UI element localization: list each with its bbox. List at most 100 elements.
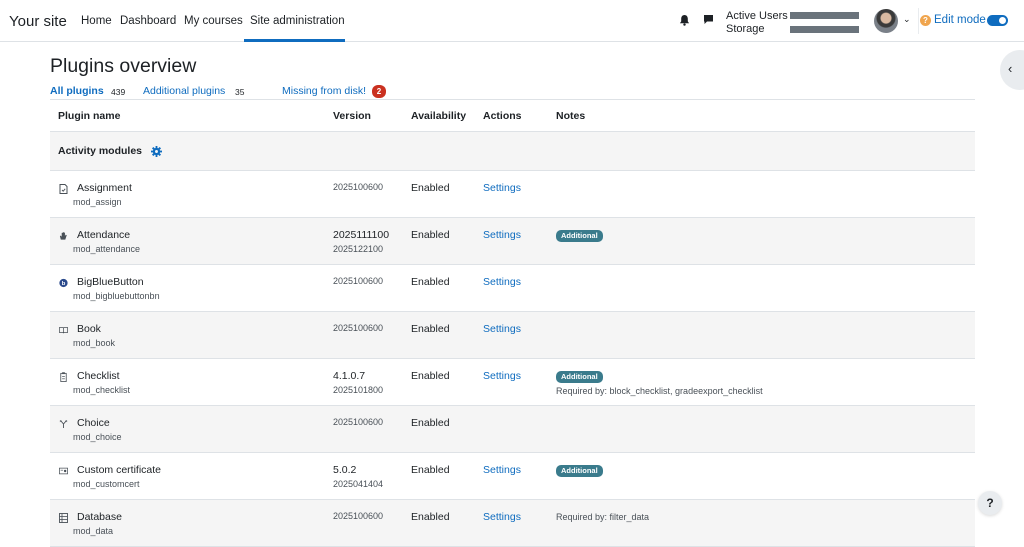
certificate-icon <box>59 467 68 475</box>
svg-text:b: b <box>62 281 66 287</box>
nav-home[interactable]: Home <box>81 15 112 27</box>
additional-badge: Additional <box>556 230 603 242</box>
plugin-availability: Enabled <box>411 229 450 241</box>
plugin-version: 5.0.2 <box>333 464 357 476</box>
plugin-component: mod_assign <box>73 197 122 207</box>
additional-plugins-count: 35 <box>235 87 245 97</box>
avatar[interactable] <box>874 9 898 33</box>
chevron-left-icon: ‹ <box>1008 61 1013 76</box>
plugin-component: mod_choice <box>73 432 122 442</box>
hand-raised-icon <box>59 232 67 240</box>
table-header: Plugin name Version Availability Actions… <box>50 99 975 132</box>
plugin-availability: Enabled <box>411 276 450 288</box>
table-row: Book mod_book 2025100600 Enabled Setting… <box>50 312 975 359</box>
plugin-note: Required by: block_checklist, gradeexpor… <box>556 386 763 396</box>
settings-link[interactable]: Settings <box>483 229 521 241</box>
plugin-component: mod_checklist <box>73 385 131 395</box>
plugin-name: Checklist <box>77 370 120 382</box>
group-activity-modules: Activity modules <box>50 132 975 171</box>
gear-icon[interactable] <box>151 146 162 157</box>
group-label: Activity modules <box>58 145 143 157</box>
table-row: Checklist mod_checklist 4.1.0.7 20251018… <box>50 359 975 406</box>
page-title: Plugins overview <box>50 55 197 77</box>
tab-missing-from-disk[interactable]: Missing from disk! <box>282 85 366 97</box>
settings-link[interactable]: Settings <box>483 464 521 476</box>
table-row: b BigBlueButton mod_bigbluebuttonbn 2025… <box>50 265 975 312</box>
plugin-name: BigBlueButton <box>77 276 144 288</box>
header-plugin-name: Plugin name <box>58 110 121 122</box>
choice-icon <box>59 420 68 429</box>
active-users-bar <box>790 12 859 19</box>
plugin-name: Assignment <box>77 182 132 194</box>
book-icon <box>59 327 68 334</box>
nav-dashboard[interactable]: Dashboard <box>120 15 176 27</box>
plugin-availability: Enabled <box>411 417 450 429</box>
chevron-down-icon[interactable]: ⌄ <box>903 14 911 25</box>
plugin-version: 2025100600 <box>333 182 384 192</box>
site-name[interactable]: Your site <box>9 13 67 30</box>
plugin-version: 4.1.0.7 <box>333 370 366 382</box>
storage-label: Storage <box>726 23 765 35</box>
bell-icon[interactable] <box>679 14 690 26</box>
table-row: Custom certificate mod_customcert 5.0.2 … <box>50 453 975 500</box>
plugin-version-build: 2025041404 <box>333 479 384 489</box>
bigbluebutton-icon: b <box>59 278 68 287</box>
question-icon: ? <box>920 15 931 26</box>
plugin-availability: Enabled <box>411 182 450 194</box>
plugin-version: 2025100600 <box>333 276 384 286</box>
plugin-name: Book <box>77 323 101 335</box>
plugin-note: Required by: filter_data <box>556 512 650 522</box>
additional-badge: Additional <box>556 465 603 477</box>
table-row: Assignment mod_assign 2025100600 Enabled… <box>50 171 975 218</box>
edit-mode-label[interactable]: Edit mode <box>934 14 986 26</box>
plugin-name: Custom certificate <box>77 464 162 476</box>
help-button[interactable]: ? <box>978 491 1002 515</box>
table-row: Database mod_data 2025100600 Enabled Set… <box>50 500 975 547</box>
tab-all-plugins[interactable]: All plugins <box>50 85 104 97</box>
plugin-version: 2025100600 <box>333 417 384 427</box>
plugin-component: mod_book <box>73 338 116 348</box>
all-plugins-count: 439 <box>111 87 126 97</box>
tab-additional-plugins[interactable]: Additional plugins <box>143 85 225 97</box>
active-nav-indicator <box>244 39 345 42</box>
messages-icon[interactable] <box>703 14 714 25</box>
plugin-availability: Enabled <box>411 370 450 382</box>
plugin-availability: Enabled <box>411 464 450 476</box>
checklist-icon <box>60 372 67 382</box>
additional-badge: Additional <box>556 371 603 383</box>
tab-all-plugins-label: All plugins <box>50 85 104 97</box>
database-icon <box>59 513 68 523</box>
settings-link[interactable]: Settings <box>483 182 521 194</box>
plugin-component: mod_attendance <box>73 244 141 254</box>
plugin-version-build: 2025122100 <box>333 244 384 254</box>
plugin-name: Attendance <box>77 229 131 241</box>
plugin-name: Database <box>77 511 122 523</box>
settings-link[interactable]: Settings <box>483 511 521 523</box>
plugin-availability: Enabled <box>411 511 450 523</box>
plugin-component: mod_bigbluebuttonbn <box>73 291 160 301</box>
storage-bar <box>790 26 859 33</box>
plugin-name: Choice <box>77 417 110 429</box>
plugin-version: 2025111100 <box>333 229 390 241</box>
settings-link[interactable]: Settings <box>483 276 521 288</box>
assignment-icon <box>59 184 68 194</box>
top-navbar: Your site Home Dashboard My courses Site… <box>0 0 1024 42</box>
settings-link[interactable]: Settings <box>483 370 521 382</box>
plugin-version: 2025100600 <box>333 323 384 333</box>
nav-my-courses[interactable]: My courses <box>184 15 243 27</box>
open-drawer-button[interactable]: ‹ <box>1000 50 1024 90</box>
plugin-version: 2025100600 <box>333 511 384 521</box>
table-row: Attendance mod_attendance 2025111100 202… <box>50 218 975 265</box>
header-notes: Notes <box>556 110 586 122</box>
edit-mode-toggle[interactable] <box>987 15 1008 26</box>
missing-count-badge: 2 <box>372 85 386 98</box>
header-version: Version <box>333 110 371 122</box>
navbar-divider <box>918 8 919 34</box>
active-users-label: Active Users <box>726 10 788 22</box>
nav-site-administration[interactable]: Site administration <box>250 15 345 27</box>
header-actions: Actions <box>483 110 522 122</box>
plugin-availability: Enabled <box>411 323 450 335</box>
plugin-version-build: 2025101800 <box>333 385 384 395</box>
table-row: Choice mod_choice 2025100600 Enabled <box>50 406 975 453</box>
settings-link[interactable]: Settings <box>483 323 521 335</box>
